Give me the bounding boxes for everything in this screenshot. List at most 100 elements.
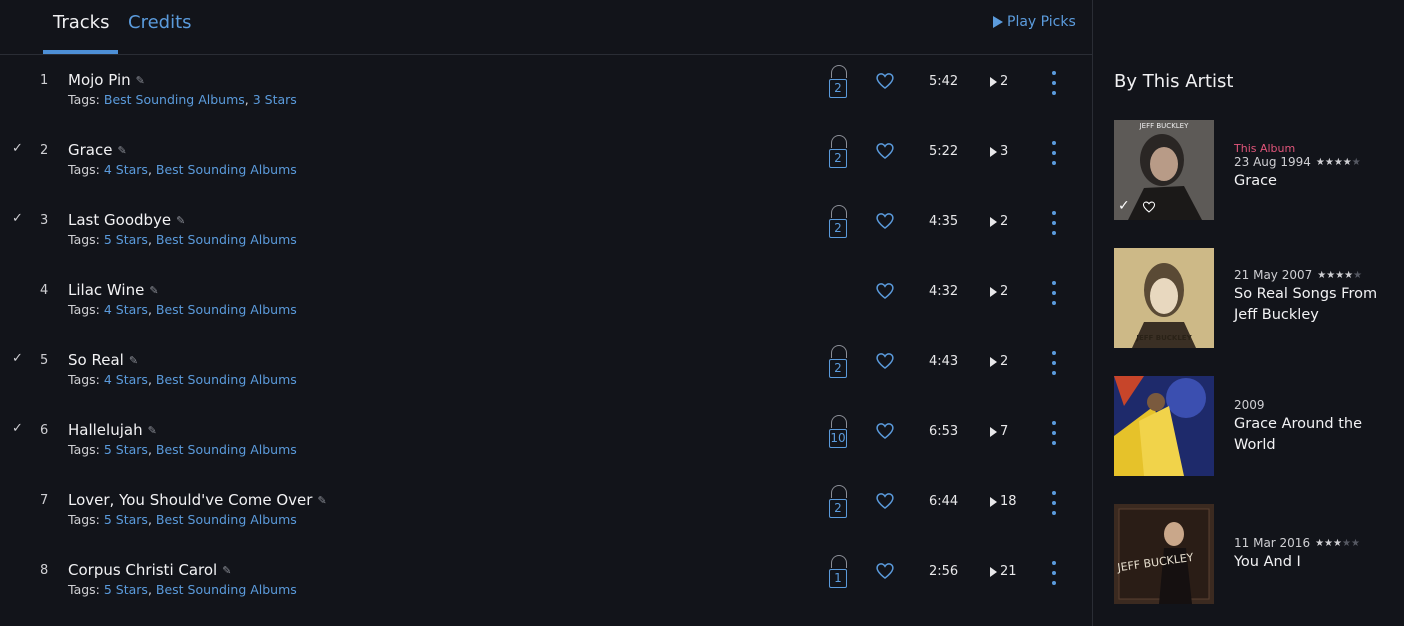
track-row[interactable]: ✓ 3 Last Goodbye ✎ Tags: 5 Stars, Best Sound… (0, 195, 1092, 265)
track-row[interactable]: 7 Lover, You Should've Come Over ✎ Tags: 5 … (0, 475, 1092, 545)
lock-icon[interactable]: 2 (829, 345, 849, 381)
tag-link[interactable]: Best Sounding Albums (156, 162, 297, 177)
heart-icon[interactable] (875, 351, 895, 371)
track-title[interactable]: Grace ✎ (68, 141, 127, 159)
track-duration: 4:35 (929, 214, 959, 229)
more-options-icon[interactable] (1051, 491, 1057, 515)
heart-icon[interactable] (875, 141, 895, 161)
pencil-icon[interactable]: ✎ (136, 74, 145, 87)
pencil-icon[interactable]: ✎ (176, 214, 185, 227)
heart-icon[interactable] (875, 211, 895, 231)
album-cover[interactable]: JEFF BUCKLEY ✓ (1114, 120, 1214, 220)
tag-link[interactable]: Best Sounding Albums (104, 92, 245, 107)
more-options-icon[interactable] (1051, 351, 1057, 375)
tag-link[interactable]: 4 Stars (104, 372, 148, 387)
active-tab-indicator (43, 50, 118, 54)
tag-link[interactable]: 5 Stars (104, 512, 148, 527)
lock-icon[interactable]: 10 (829, 415, 849, 451)
album-card[interactable]: JEFF BUCKLEY 21 May 2007 ★★★★★ So Real Song… (1114, 248, 1394, 348)
tag-link[interactable]: 4 Stars (104, 162, 148, 177)
track-title[interactable]: Lover, You Should've Come Over ✎ (68, 491, 327, 509)
tag-link[interactable]: 4 Stars (104, 302, 148, 317)
album-cover[interactable] (1114, 376, 1214, 476)
tag-link[interactable]: 3 Stars (253, 92, 297, 107)
more-options-icon[interactable] (1051, 71, 1057, 95)
track-number: 7 (40, 493, 49, 508)
more-options-icon[interactable] (1051, 281, 1057, 305)
pencil-icon[interactable]: ✎ (149, 284, 158, 297)
lock-shackle (831, 555, 847, 568)
album-cover[interactable]: JEFF BUCKLEY (1114, 504, 1214, 604)
cover-art-text: JEFF BUCKLEY (1135, 334, 1192, 342)
checkmark-icon: ✓ (12, 141, 23, 156)
heart-icon[interactable] (875, 71, 895, 91)
album-cover[interactable]: JEFF BUCKLEY (1114, 248, 1214, 348)
pencil-icon[interactable]: ✎ (129, 354, 138, 367)
heart-icon[interactable] (875, 421, 895, 441)
tab-tracks[interactable]: Tracks (53, 12, 109, 33)
heart-icon[interactable] (875, 561, 895, 581)
album-name[interactable]: So Real Songs From Jeff Buckley (1234, 284, 1394, 326)
play-count: 18 (990, 494, 1017, 509)
tag-link[interactable]: Best Sounding Albums (156, 442, 297, 457)
track-row[interactable]: ✓ 5 So Real ✎ Tags: 4 Stars, Best Sounding A… (0, 335, 1092, 405)
track-row[interactable]: 1 Mojo Pin ✎ Tags: Best Sounding Albums, 3 … (0, 55, 1092, 125)
tag-link[interactable]: Best Sounding Albums (156, 512, 297, 527)
tag-link[interactable]: 5 Stars (104, 442, 148, 457)
tag-separator: , (147, 302, 156, 317)
track-row[interactable]: ✓ 6 Hallelujah ✎ Tags: 5 Stars, Best Soundin… (0, 405, 1092, 475)
album-name[interactable]: Grace Around the World (1234, 414, 1394, 456)
heart-icon[interactable] (1142, 199, 1156, 213)
tag-link[interactable]: Best Sounding Albums (156, 302, 297, 317)
lock-count: 2 (829, 219, 847, 238)
heart-icon[interactable] (875, 491, 895, 511)
tab-credits[interactable]: Credits (128, 12, 192, 33)
lock-count: 2 (829, 359, 847, 378)
play-count: 21 (990, 564, 1017, 579)
tag-link[interactable]: Best Sounding Albums (156, 372, 297, 387)
tag-link[interactable]: Best Sounding Albums (156, 582, 297, 597)
play-icon (990, 496, 997, 507)
play-picks-button[interactable]: Play Picks (993, 14, 1076, 30)
lock-icon[interactable]: 2 (829, 65, 849, 101)
track-tags: Tags: 4 Stars, Best Sounding Albums (68, 302, 297, 317)
album-card[interactable]: 2009 Grace Around the World (1114, 376, 1394, 476)
more-options-icon[interactable] (1051, 561, 1057, 585)
lock-icon[interactable]: 2 (829, 205, 849, 241)
track-number: 8 (40, 563, 49, 578)
track-row[interactable]: 8 Corpus Christi Carol ✎ Tags: 5 Stars, Bes… (0, 545, 1092, 615)
album-name[interactable]: Grace (1234, 171, 1361, 192)
pencil-icon[interactable]: ✎ (148, 424, 157, 437)
checkmark-icon: ✓ (12, 421, 23, 436)
album-card[interactable]: JEFF BUCKLEY 11 Mar 2016 ★★★★★ You And I (1114, 504, 1394, 604)
lock-icon[interactable]: 2 (829, 485, 849, 521)
more-options-icon[interactable] (1051, 421, 1057, 445)
album-card[interactable]: JEFF BUCKLEY ✓ This Album 23 Aug 1994 ★★★★★ G… (1114, 120, 1394, 220)
album-date-row: 11 Mar 2016 ★★★★★ (1234, 536, 1360, 550)
track-row[interactable]: 4 Lilac Wine ✎ Tags: 4 Stars, Best Sounding… (0, 265, 1092, 335)
track-duration: 4:43 (929, 354, 959, 369)
track-title[interactable]: Hallelujah ✎ (68, 421, 157, 439)
pencil-icon[interactable]: ✎ (222, 564, 231, 577)
track-row[interactable]: ✓ 2 Grace ✎ Tags: 4 Stars, Best Sounding Alb… (0, 125, 1092, 195)
album-name[interactable]: You And I (1234, 552, 1360, 573)
track-title[interactable]: Corpus Christi Carol ✎ (68, 561, 231, 579)
pencil-icon[interactable]: ✎ (117, 144, 126, 157)
tag-link[interactable]: Best Sounding Albums (156, 232, 297, 247)
lock-icon[interactable]: 1 (829, 555, 849, 591)
track-duration: 5:42 (929, 74, 959, 89)
tags-prefix: Tags: (68, 92, 100, 107)
tag-link[interactable]: 5 Stars (104, 582, 148, 597)
more-options-icon[interactable] (1051, 211, 1057, 235)
track-title[interactable]: Mojo Pin ✎ (68, 71, 145, 89)
pencil-icon[interactable]: ✎ (317, 494, 326, 507)
track-list: 1 Mojo Pin ✎ Tags: Best Sounding Albums, 3 … (0, 55, 1092, 615)
tag-link[interactable]: 5 Stars (104, 232, 148, 247)
lock-icon[interactable]: 2 (829, 135, 849, 171)
tags-prefix: Tags: (68, 582, 100, 597)
track-title[interactable]: So Real ✎ (68, 351, 138, 369)
more-options-icon[interactable] (1051, 141, 1057, 165)
track-title[interactable]: Last Goodbye ✎ (68, 211, 185, 229)
heart-icon[interactable] (875, 281, 895, 301)
track-title[interactable]: Lilac Wine ✎ (68, 281, 159, 299)
